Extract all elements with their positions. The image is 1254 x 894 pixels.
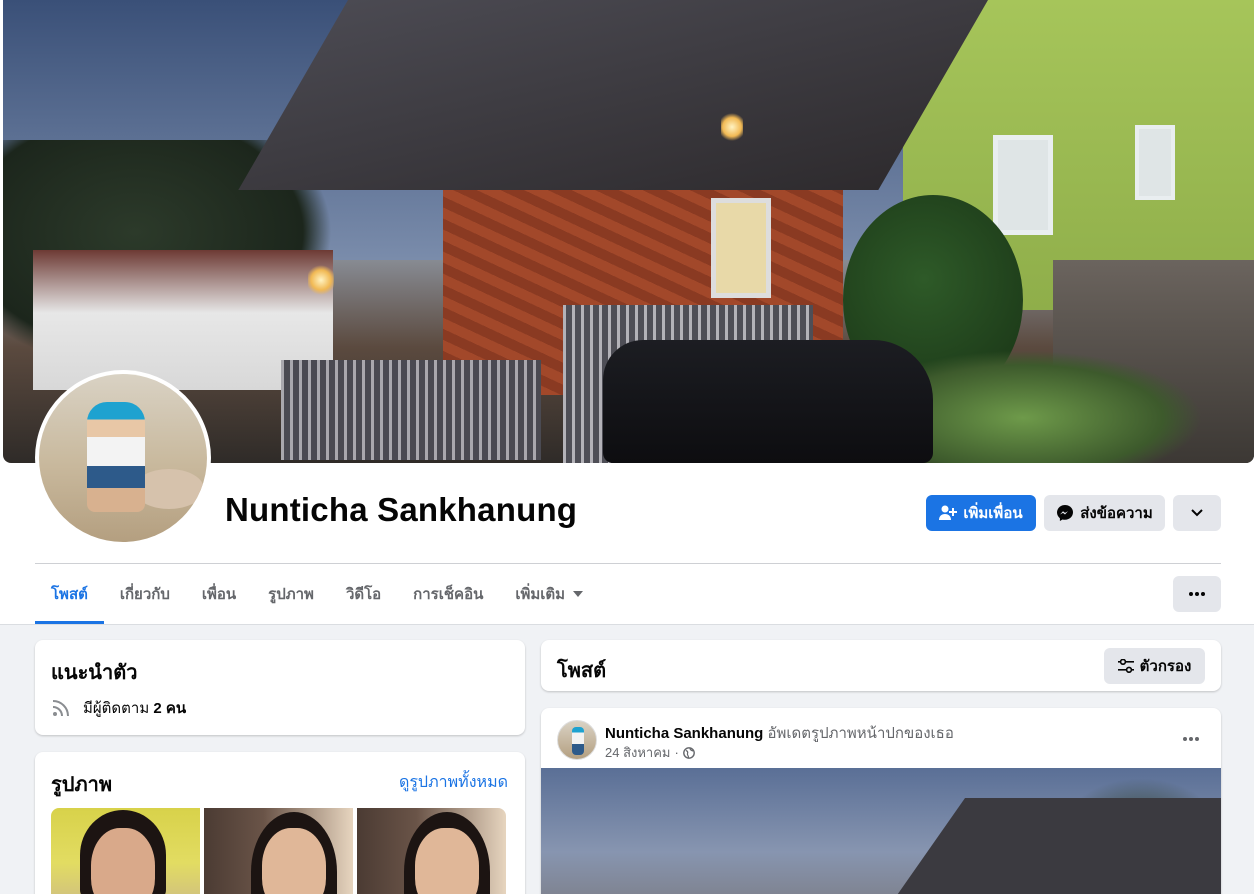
see-all-photos-link[interactable]: ดูรูปภาพทั้งหมด <box>399 770 508 795</box>
profile-avatar[interactable] <box>35 370 211 546</box>
intro-title: แนะนำตัว <box>51 662 138 684</box>
tab-friends[interactable]: เพื่อน <box>186 564 252 624</box>
post-action-text: อัพเดตรูปภาพหน้าปกของเธอ <box>767 725 954 742</box>
posts-header-card: โพสต์ ตัวกรอง <box>541 640 1221 691</box>
post-date[interactable]: 24 สิงหาคม <box>605 742 671 763</box>
photo-thumbnail[interactable] <box>51 808 200 894</box>
post-card: Nunticha Sankhanung อัพเดตรูปภาพหน้าปกขอ… <box>541 708 1221 894</box>
add-friend-button[interactable]: เพิ่มเพื่อน <box>926 495 1036 531</box>
photo-thumbnail[interactable] <box>204 808 353 894</box>
profile-tabs: โพสต์ เกี่ยวกับ เพื่อน รูปภาพ วิดีโอ การ… <box>35 564 599 624</box>
tab-more[interactable]: เพิ่มเติม <box>499 564 599 624</box>
profile-more-button[interactable] <box>1173 495 1221 531</box>
post-author-avatar[interactable] <box>557 720 597 760</box>
message-button[interactable]: ส่งข้อความ <box>1044 495 1165 531</box>
posts-title: โพสต์ <box>557 660 607 682</box>
message-label: ส่งข้อความ <box>1080 505 1153 522</box>
cover-photo[interactable] <box>3 0 1254 463</box>
tab-about[interactable]: เกี่ยวกับ <box>104 564 186 624</box>
more-dots-icon <box>1189 592 1205 596</box>
more-dots-icon <box>1183 737 1199 741</box>
filter-button[interactable]: ตัวกรอง <box>1104 648 1205 684</box>
add-friend-label: เพิ่มเพื่อน <box>963 505 1023 522</box>
photos-card: รูปภาพ ดูรูปภาพทั้งหมด <box>35 752 525 894</box>
post-separator: · <box>674 745 679 760</box>
filter-icon <box>1117 659 1134 673</box>
tab-photos[interactable]: รูปภาพ <box>252 564 330 624</box>
tabs-more-options-button[interactable] <box>1173 576 1221 612</box>
tab-posts[interactable]: โพสต์ <box>35 564 104 624</box>
post-meta: 24 สิงหาคม · <box>605 742 695 763</box>
photo-thumbnail[interactable] <box>357 808 506 894</box>
tab-videos[interactable]: วิดีโอ <box>330 564 397 624</box>
chevron-down-icon <box>1191 509 1203 517</box>
post-options-button[interactable] <box>1183 728 1199 746</box>
profile-name: Nunticha Sankhanung <box>225 491 578 528</box>
post-image[interactable] <box>541 768 1221 894</box>
tab-checkins[interactable]: การเช็คอิน <box>397 564 499 624</box>
filter-label: ตัวกรอง <box>1139 658 1192 675</box>
caret-down-icon <box>573 591 584 597</box>
messenger-icon <box>1057 505 1074 521</box>
add-friend-icon <box>939 505 958 520</box>
globe-icon <box>682 746 695 759</box>
photos-title[interactable]: รูปภาพ <box>51 768 112 800</box>
followers-prefix: มีผู้ติดตาม <box>83 700 150 717</box>
intro-card: แนะนำตัว มีผู้ติดตาม 2 คน <box>35 640 525 735</box>
rss-icon <box>52 700 69 717</box>
followers-row: มีผู้ติดตาม 2 คน <box>51 696 186 720</box>
followers-count[interactable]: 2 คน <box>153 700 186 717</box>
post-author-name[interactable]: Nunticha Sankhanung <box>605 725 763 742</box>
